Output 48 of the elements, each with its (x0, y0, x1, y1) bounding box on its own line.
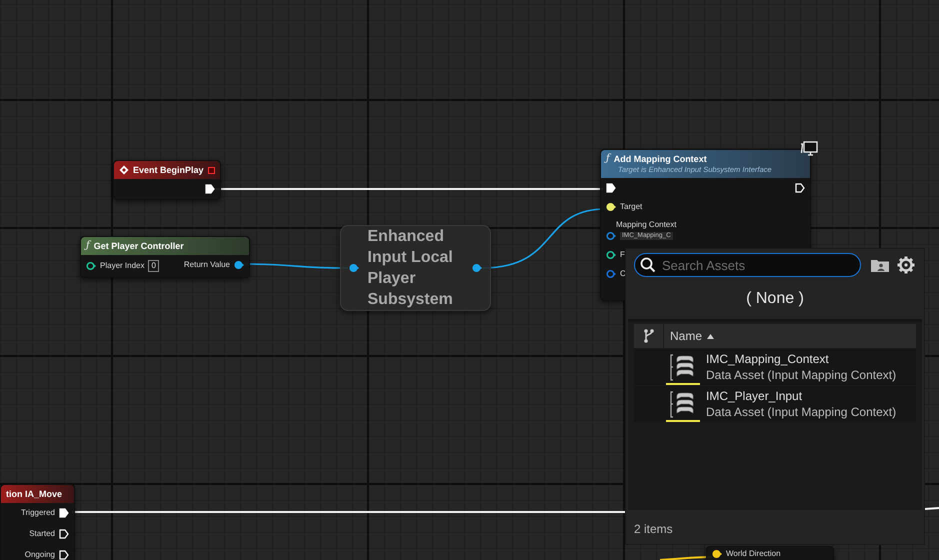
node-title: Add Mapping Context (614, 153, 708, 165)
exec-pin-icon[interactable] (205, 184, 215, 194)
pin-label: Return Value (184, 261, 230, 269)
graph-node[interactable]: tion IA_Move Triggered Started Ongoing (0, 484, 75, 560)
exec-pin-icon[interactable] (795, 183, 805, 193)
search-field[interactable]: Search Assets (634, 253, 861, 277)
pin-label: Started (29, 530, 55, 538)
name-column-header[interactable]: Name (664, 324, 714, 348)
asset-row[interactable]: IMC_Player_Input Data Asset (Input Mapping Context) (634, 386, 916, 422)
exec-pin-icon[interactable] (606, 183, 616, 193)
graph-node[interactable]: World Direction (706, 546, 834, 560)
pin-label: World Direction (726, 550, 781, 558)
asset-row[interactable]: IMC_Mapping_Context Data Asset (Input Mapping Context) (634, 349, 916, 385)
node-title: tion IA_Move (6, 488, 64, 500)
pin-label: Target (620, 203, 642, 211)
asset-name: IMC_Mapping_Context (706, 351, 830, 367)
function-icon: ƒ (606, 154, 610, 164)
graph-node[interactable]: Event BeginPlay (113, 160, 221, 200)
asset-name: IMC_Player_Input (706, 388, 804, 404)
delegate-pin-icon[interactable] (208, 166, 215, 174)
branch-icon[interactable] (642, 329, 654, 343)
wire (924, 507, 939, 510)
node-title: Enhanced Input Local Player Subsystem (368, 227, 454, 310)
function-icon: ƒ (86, 241, 90, 251)
folder-icon[interactable] (871, 258, 889, 272)
item-count: 2 items (634, 521, 674, 538)
graph-node[interactable]: ƒ Get Player Controller Player Index 0 Return Value (80, 236, 250, 278)
pin-label: Triggered (21, 509, 55, 517)
data-pin-icon[interactable] (234, 260, 244, 270)
search-icon (640, 257, 656, 273)
pin-label: Ongoing (24, 551, 55, 559)
node-title: Event BeginPlay (133, 164, 204, 176)
exec-pin-icon[interactable] (59, 529, 69, 539)
pin-label: Player Index (100, 262, 144, 270)
number-field[interactable]: 0 (148, 260, 159, 272)
node-title: Get Player Controller (94, 240, 185, 252)
pin-label: C (620, 270, 626, 278)
settings-icon[interactable] (897, 256, 915, 274)
data-pin-icon[interactable] (86, 261, 96, 271)
exec-pin-icon[interactable] (59, 550, 69, 560)
data-pin-icon[interactable] (712, 549, 722, 559)
asset-type: Data Asset (Input Mapping Context) (706, 367, 896, 383)
pin-label: F (620, 251, 625, 259)
data-pin-icon[interactable] (606, 250, 616, 260)
exec-pin-icon[interactable] (59, 508, 69, 518)
asset-type: Data Asset (Input Mapping Context) (706, 404, 896, 420)
monitor-icon (800, 141, 818, 157)
pin-label: Mapping Context (616, 221, 676, 229)
